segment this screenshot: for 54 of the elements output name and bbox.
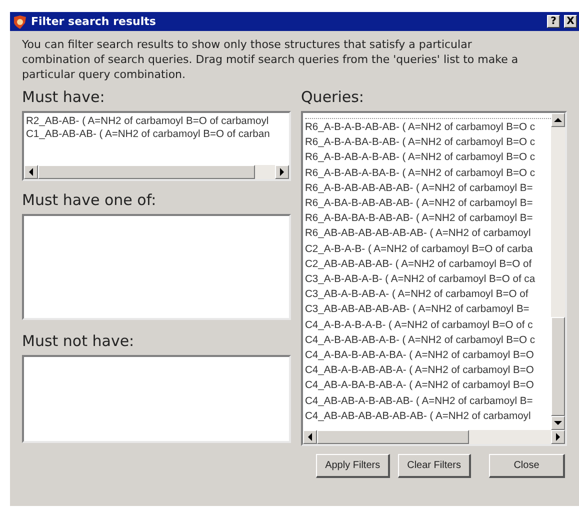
list-item[interactable]: R6_A-B-A-BA-B-AB- ( A=NH2 of carbamoyl B=O c xyxy=(305,135,551,150)
list-item[interactable]: R6_A-B-AB-AB-AB-AB- ( A=NH2 of carbamoyl B= xyxy=(305,180,551,196)
list-item[interactable]: R2_AB-AB- ( A=NH2 of carbamoyl B=O of carbamoyl xyxy=(26,115,287,128)
list-item[interactable]: C2_AB-AB-AB-AB- ( A=NH2 of carbamoyl B=O of xyxy=(305,256,551,272)
list-item[interactable]: C3_AB-AB-AB-AB-AB- ( A=NH2 of carbamoyl B= xyxy=(305,302,551,318)
scroll-left-button[interactable] xyxy=(24,165,38,179)
scroll-thumb[interactable] xyxy=(551,317,565,416)
list-item[interactable]: C4_A-B-A-B-A-B- ( A=NH2 of carbamoyl B=O of c xyxy=(305,318,551,333)
scroll-right-button[interactable] xyxy=(275,165,289,179)
list-item[interactable]: C2_A-B-A-B- ( A=NH2 of carbamoyl B=O of carba xyxy=(305,242,551,257)
list-item[interactable]: C4_AB-A-BA-B-AB-A- ( A=NH2 of carbamoyl B=O xyxy=(305,378,551,394)
window-title: Filter search results xyxy=(31,15,156,28)
apply-filters-button[interactable]: Apply Filters xyxy=(316,454,390,478)
shield-icon xyxy=(13,14,27,28)
scroll-left-button[interactable] xyxy=(303,430,317,444)
list-item[interactable]: C3_A-B-AB-A-B- ( A=NH2 of carbamoyl B=O of ca xyxy=(305,272,551,288)
list-box[interactable]: R2_AB-AB- ( A=NH2 of carbamoyl B=O of carbamoyl C1_AB-AB-AB- ( A=NH2 of carbamoyl B=O of carban xyxy=(22,111,291,181)
list-item[interactable]: R6_A-B-A-B-AB-AB- ( A=NH2 of carbamoyl B=O c xyxy=(305,120,551,136)
list-item[interactable]: C3_AB-A-B-AB-A- ( A=NH2 of carbamoyl B=O of xyxy=(305,287,551,302)
instructions-text: You can filter search results to show only those structures that satisfy a particular combination of search queries. Drag motif search queries from the 'queries' list to make a particular query combination. xyxy=(22,37,520,82)
horizontal-scrollbar[interactable] xyxy=(24,165,289,179)
section-label: Queries: xyxy=(301,87,365,108)
horizontal-scrollbar[interactable] xyxy=(303,430,565,444)
section-label: Must have one of: xyxy=(22,190,158,211)
scroll-right-button[interactable] xyxy=(551,430,565,444)
down-triangle-icon xyxy=(554,420,562,426)
list-item[interactable]: R6_A-B-AB-A-B-AB- ( A=NH2 of carbamoyl B=O c xyxy=(305,150,551,166)
close-button[interactable]: X xyxy=(564,15,577,28)
list-item[interactable]: R6_AB-AB-AB-AB-AB-AB- ( A=NH2 of carbamoyl xyxy=(305,226,551,242)
scroll-down-button[interactable] xyxy=(551,416,565,430)
list-item[interactable]: R6_A-B-AB-A-BA-B- ( A=NH2 of carbamoyl B=O c xyxy=(305,166,551,181)
list-item[interactable]: C4_A-BA-B-AB-A-BA- ( A=NH2 of carbamoyl B=O xyxy=(305,348,551,364)
list-item[interactable]: C4_A-B-AB-AB-A-B- ( A=NH2 of carbamoyl B=O c xyxy=(305,332,551,348)
list-item[interactable]: R6_A-BA-BA-B-AB-AB- ( A=NH2 of carbamoyl B= xyxy=(305,211,551,226)
scroll-up-button[interactable] xyxy=(551,113,565,127)
close-button[interactable]: Close xyxy=(489,454,565,478)
section-label: Must not have: xyxy=(22,331,136,352)
list-item[interactable]: C4_AB-A-B-AB-AB-A- ( A=NH2 of carbamoyl B=O xyxy=(305,363,551,378)
clear-filters-button[interactable]: Clear Filters xyxy=(398,454,471,478)
help-button[interactable]: ? xyxy=(547,15,560,28)
right-triangle-icon xyxy=(279,168,285,176)
left-triangle-icon xyxy=(28,168,34,176)
scroll-thumb[interactable] xyxy=(317,430,469,444)
right-triangle-icon xyxy=(555,433,561,441)
list-item[interactable]: R6_A-BA-B-AB-AB-AB- ( A=NH2 of carbamoyl B= xyxy=(305,196,551,212)
list-item[interactable]: C1_AB-AB-AB- ( A=NH2 of carbamoyl B=O of carban xyxy=(26,128,287,141)
list-box[interactable] xyxy=(301,111,567,446)
scroll-thumb[interactable] xyxy=(38,165,255,179)
left-triangle-icon xyxy=(307,433,313,441)
vertical-scrollbar[interactable] xyxy=(551,113,565,430)
list-item[interactable]: C4_AB-AB-AB-AB-AB-AB- ( A=NH2 of carbamoyl xyxy=(305,408,551,424)
list-item[interactable]: C4_AB-AB-A-B-AB-AB- ( A=NH2 of carbamoyl B= xyxy=(305,394,551,409)
section-label: Must have: xyxy=(22,87,106,108)
up-triangle-icon xyxy=(554,117,562,123)
